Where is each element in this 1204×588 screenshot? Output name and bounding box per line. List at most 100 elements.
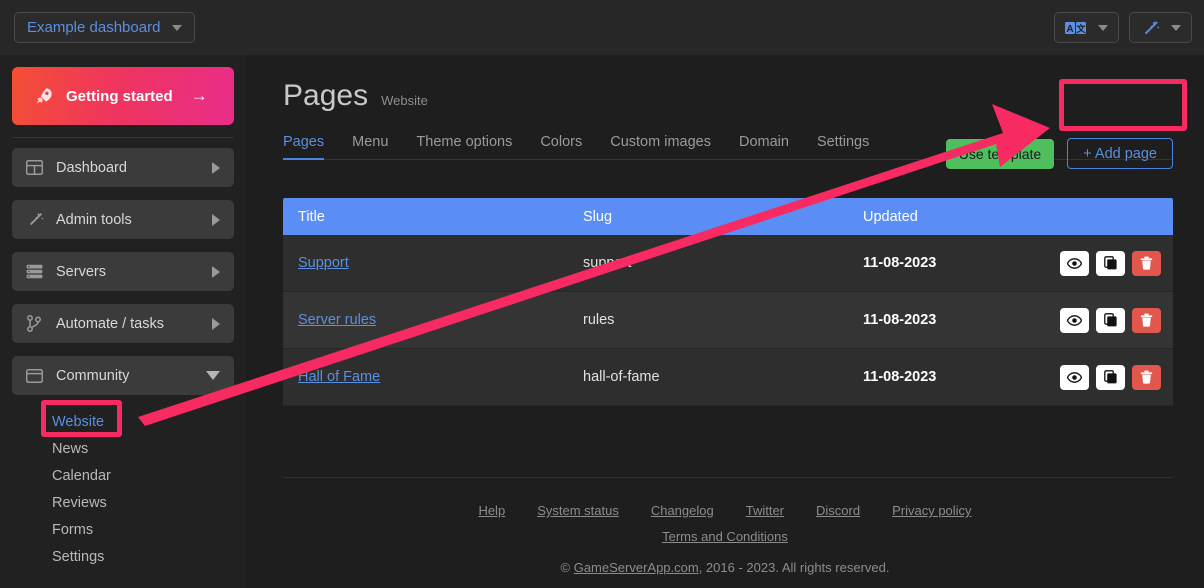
tab-menu[interactable]: Menu <box>338 134 402 159</box>
header-actions: Use template + Add page <box>946 138 1173 169</box>
trash-icon <box>1140 370 1153 384</box>
page-title: Pages <box>283 79 368 113</box>
chevron-right-icon <box>212 162 220 174</box>
cell-actions <box>1043 251 1173 276</box>
view-page-button[interactable] <box>1060 308 1089 333</box>
page-header: Pages Website <box>283 79 428 113</box>
duplicate-page-button[interactable] <box>1096 308 1125 333</box>
sidebar-subitem-label: News <box>52 441 88 457</box>
tab-theme-options[interactable]: Theme options <box>402 134 526 159</box>
page-title-link[interactable]: Server rules <box>298 312 376 328</box>
chevron-right-icon <box>212 266 220 278</box>
column-header-updated: Updated <box>863 209 1043 225</box>
magic-wand-icon <box>26 211 48 228</box>
sidebar-item-forms[interactable]: Forms <box>12 516 234 543</box>
copyright-link[interactable]: GameServerApp.com <box>574 560 699 575</box>
trash-icon <box>1140 313 1153 327</box>
browser-window-icon <box>26 369 48 383</box>
footer-link-changelog[interactable]: Changelog <box>651 503 714 518</box>
table-row: Hall of Fame hall-of-fame 11-08-2023 <box>283 349 1173 406</box>
page-title-link[interactable]: Hall of Fame <box>298 369 380 385</box>
tab-pages[interactable]: Pages <box>283 134 338 159</box>
delete-page-button[interactable] <box>1132 365 1161 390</box>
sidebar-item-label: Admin tools <box>56 212 212 228</box>
sidebar-item-news[interactable]: News <box>12 435 234 462</box>
column-header-slug: Slug <box>583 209 863 225</box>
tab-domain[interactable]: Domain <box>725 134 803 159</box>
page-subtitle: Website <box>381 93 428 108</box>
sidebar-subitem-label: Website <box>52 414 104 430</box>
language-selector-button[interactable]: A 文 <box>1054 12 1119 43</box>
sidebar-subnav-community: Website News Calendar Reviews Forms Sett… <box>12 408 234 570</box>
tab-settings[interactable]: Settings <box>803 134 883 159</box>
sidebar-subitem-label: Calendar <box>52 468 111 484</box>
footer-link-discord[interactable]: Discord <box>816 503 860 518</box>
grid-icon <box>26 160 48 175</box>
cell-slug: rules <box>583 312 863 328</box>
use-template-button[interactable]: Use template <box>946 139 1054 169</box>
copy-icon <box>1104 370 1118 384</box>
sidebar-item-automate-tasks[interactable]: Automate / tasks <box>12 304 234 343</box>
page-title-link[interactable]: Support <box>298 255 349 271</box>
footer-link-terms-and-conditions[interactable]: Terms and Conditions <box>662 529 788 544</box>
magic-tools-button[interactable] <box>1129 12 1192 43</box>
sidebar-item-admin-tools[interactable]: Admin tools <box>12 200 234 239</box>
footer-divider <box>283 477 1173 478</box>
view-page-button[interactable] <box>1060 251 1089 276</box>
footer-link-twitter[interactable]: Twitter <box>746 503 784 518</box>
column-header-title: Title <box>283 209 583 225</box>
duplicate-page-button[interactable] <box>1096 251 1125 276</box>
cell-updated: 11-08-2023 <box>863 312 1043 328</box>
footer-links-row-2: Terms and Conditions <box>246 529 1204 544</box>
cell-slug: support <box>583 255 863 271</box>
git-branch-icon <box>26 315 48 332</box>
sidebar-item-community[interactable]: Community <box>12 356 234 395</box>
sidebar-item-calendar[interactable]: Calendar <box>12 462 234 489</box>
cell-updated: 11-08-2023 <box>863 255 1043 271</box>
sidebar-item-settings[interactable]: Settings <box>12 543 234 570</box>
sidebar-item-dashboard[interactable]: Dashboard <box>12 148 234 187</box>
svg-text:A: A <box>1066 24 1073 35</box>
table-header-row: Title Slug Updated <box>283 198 1173 235</box>
getting-started-banner[interactable]: Getting started → <box>12 67 234 125</box>
sidebar-item-reviews[interactable]: Reviews <box>12 489 234 516</box>
eye-icon <box>1067 372 1082 383</box>
sidebar-item-servers[interactable]: Servers <box>12 252 234 291</box>
footer-links-row-1: Help System status Changelog Twitter Dis… <box>246 503 1204 518</box>
add-page-button[interactable]: + Add page <box>1067 138 1173 169</box>
arrow-right-icon: → <box>191 86 208 106</box>
rocket-icon <box>34 86 54 106</box>
table-row: Server rules rules 11-08-2023 <box>283 292 1173 349</box>
duplicate-page-button[interactable] <box>1096 365 1125 390</box>
chevron-down-icon <box>1171 25 1181 31</box>
footer-link-privacy-policy[interactable]: Privacy policy <box>892 503 971 518</box>
chevron-down-icon <box>172 25 182 31</box>
getting-started-label: Getting started <box>66 88 173 105</box>
server-rack-icon <box>26 264 48 279</box>
tab-custom-images[interactable]: Custom images <box>596 134 725 159</box>
sidebar-item-label: Automate / tasks <box>56 316 212 332</box>
sidebar-subitem-label: Reviews <box>52 495 107 511</box>
top-right-buttons: A 文 <box>1054 12 1192 43</box>
copy-icon <box>1104 313 1118 327</box>
sidebar-item-website[interactable]: Website <box>12 408 234 435</box>
chevron-down-icon <box>206 371 220 380</box>
dashboard-selector[interactable]: Example dashboard <box>14 12 195 43</box>
dashboard-selector-label: Example dashboard <box>27 19 160 36</box>
sidebar-divider <box>12 137 234 138</box>
cell-updated: 11-08-2023 <box>863 369 1043 385</box>
copyright-prefix: © <box>561 560 574 575</box>
magic-wand-icon <box>1140 19 1160 37</box>
sidebar: Getting started → Dashboard <box>0 55 246 588</box>
delete-page-button[interactable] <box>1132 251 1161 276</box>
sidebar-subitem-label: Settings <box>52 549 104 565</box>
view-page-button[interactable] <box>1060 365 1089 390</box>
footer-link-system-status[interactable]: System status <box>537 503 619 518</box>
copyright-text: © GameServerApp.com, 2016 - 2023. All ri… <box>246 560 1204 575</box>
sidebar-subitem-label: Forms <box>52 522 93 538</box>
footer-link-help[interactable]: Help <box>478 503 505 518</box>
copy-icon <box>1104 256 1118 270</box>
tab-colors[interactable]: Colors <box>526 134 596 159</box>
eye-icon <box>1067 258 1082 269</box>
delete-page-button[interactable] <box>1132 308 1161 333</box>
